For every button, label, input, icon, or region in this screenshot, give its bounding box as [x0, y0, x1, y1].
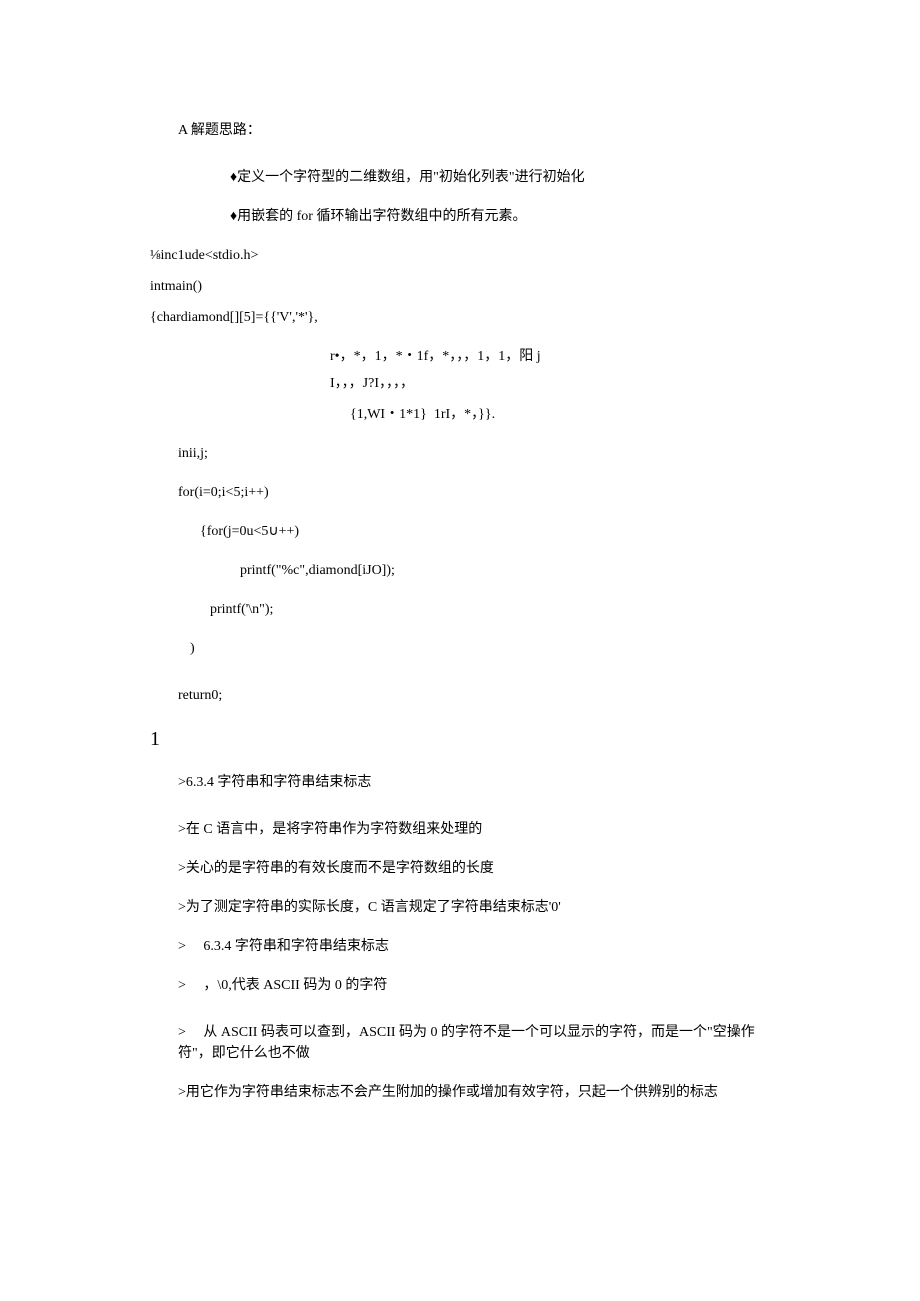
note-effective-length: >关心的是字符串的有效长度而不是字符数组的长度 [150, 858, 770, 879]
note-ascii-lookup: > 从 ASCII 码表可以查到，ASCII 码为 0 的字符不是一个可以显示的… [150, 1022, 770, 1064]
code-printf-newline: printf('\n"); [150, 599, 770, 620]
document-page: A 解题思路： ♦定义一个字符型的二维数组，用"初始化列表"进行初始化 ♦用嵌套… [0, 0, 920, 1301]
note-section-634-b: > 6.3.4 字符串和字符串结束标志 [150, 936, 770, 957]
code-array-row-1: r•，*，1，*・1f，*，，，1，1，阳 j [150, 346, 770, 367]
code-char-array: {chardiamond[][5]={{'V','*'}, [150, 307, 770, 328]
note-terminator: >为了测定字符串的实际长度，C 语言规定了字符串结束标志'0' [150, 897, 770, 918]
code-for-outer: for(i=0;i<5;i++) [150, 482, 770, 503]
code-for-inner: {for(j=0u<5∪++) [150, 521, 770, 542]
code-end-brace: 1 [150, 724, 770, 754]
code-return: return0; [150, 685, 770, 706]
note-section-634-a: >6.3.4 字符串和字符串结束标志 [150, 772, 770, 793]
code-close-brace: ) [150, 638, 770, 659]
code-main: intmain() [150, 276, 770, 297]
code-array-row-2: I，，，J?I，，，， [150, 373, 770, 394]
code-printf-char: printf("%c",diamond[iJO]); [150, 560, 770, 581]
code-int-ij: inii,j; [150, 443, 770, 464]
code-array-row-3: {1,WI・1*1} 1rI，*，}}. [150, 404, 770, 425]
bullet-define-array: ♦定义一个字符型的二维数组，用"初始化列表"进行初始化 [150, 167, 770, 188]
heading-solution: A 解题思路： [150, 120, 770, 141]
bullet-nested-for: ♦用嵌套的 for 循环输出字符数组中的所有元素。 [150, 206, 770, 227]
note-c-string-array: >在 C 语言中，是将字符串作为字符数组来处理的 [150, 819, 770, 840]
note-ascii-zero: > ，\0,代表 ASCII 码为 0 的字符 [150, 975, 770, 996]
note-marker-purpose: >用它作为字符串结束标志不会产生附加的操作或增加有效字符，只起一个供辨别的标志 [150, 1082, 770, 1103]
code-include: ⅛inc1ude<stdio.h> [150, 245, 770, 266]
